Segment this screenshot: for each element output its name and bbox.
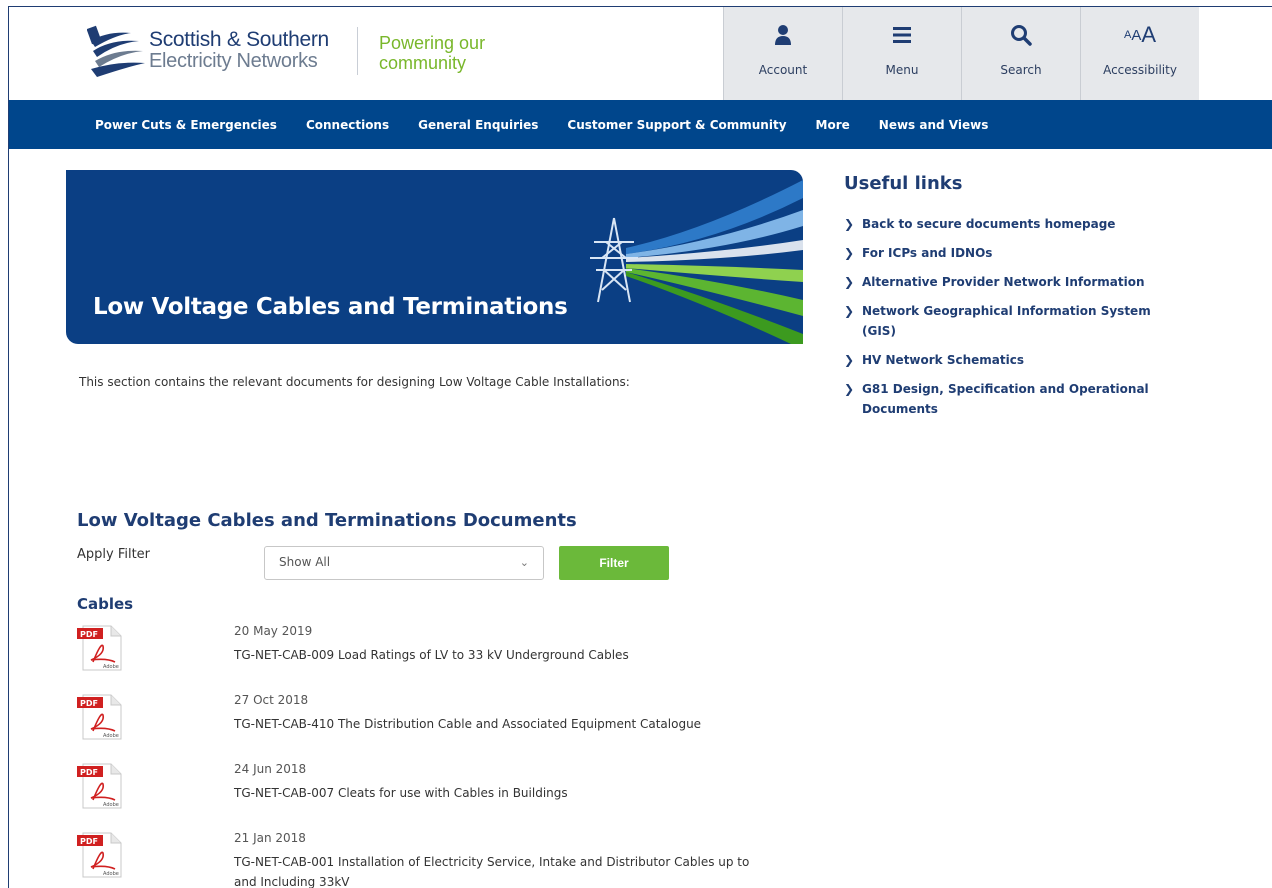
nav-more[interactable]: More <box>816 118 850 132</box>
useful-link-item[interactable]: ❯ For ICPs and IDNOs <box>844 243 1224 263</box>
document-date: 21 Jan 2018 <box>234 831 306 845</box>
banner-title: Low Voltage Cables and Terminations <box>93 294 568 320</box>
nav-news[interactable]: News and Views <box>879 118 989 132</box>
pdf-brand-text: Adobe <box>103 802 119 808</box>
useful-link-item[interactable]: ❯ HV Network Schematics <box>844 350 1224 370</box>
chevron-right-icon: ❯ <box>844 217 855 231</box>
chevron-right-icon: ❯ <box>844 275 855 289</box>
user-icon <box>773 21 793 49</box>
account-button[interactable]: Account <box>723 7 842 100</box>
useful-links-heading: Useful links <box>844 173 963 194</box>
useful-link-label: Back to secure documents homepage <box>862 217 1116 231</box>
chevron-right-icon: ❯ <box>844 246 855 260</box>
document-date: 27 Oct 2018 <box>234 693 309 707</box>
document-link[interactable]: TG-NET-CAB-410 The Distribution Cable an… <box>234 714 774 734</box>
pdf-brand-text: Adobe <box>103 871 119 877</box>
document-date: 24 Jun 2018 <box>234 762 307 776</box>
tagline: Powering our community <box>379 33 485 73</box>
document-date: 20 May 2019 <box>234 624 313 638</box>
useful-link-item[interactable]: ❯ Network Geographical Information System… <box>844 301 1224 341</box>
page-banner: Low Voltage Cables and Terminations <box>66 170 803 344</box>
filter-select-value: Show All <box>279 555 331 569</box>
useful-link-label: Network Geographical Information System … <box>862 304 1151 338</box>
useful-link-item[interactable]: ❯ G81 Design, Specification and Operation… <box>844 379 1224 419</box>
main-nav: Power Cuts & Emergencies Connections Gen… <box>9 100 1272 149</box>
document-item[interactable]: PDF Adobe 27 Oct 2018 TG-NET-CAB-410 The… <box>77 693 777 753</box>
document-link[interactable]: TG-NET-CAB-009 Load Ratings of LV to 33 … <box>234 645 774 665</box>
text-size-large-glyph: A <box>1141 22 1157 47</box>
search-label: Search <box>1000 63 1042 77</box>
chevron-right-icon: ❯ <box>844 382 855 396</box>
pdf-file-icon[interactable]: PDF Adobe <box>77 831 125 879</box>
chevron-down-icon: ⌄ <box>519 556 529 569</box>
accessibility-button[interactable]: AAA Accessibility <box>1080 7 1199 100</box>
filter-label: Apply Filter <box>77 547 151 562</box>
nav-power-cuts[interactable]: Power Cuts & Emergencies <box>95 118 277 132</box>
nav-general-enquiries[interactable]: General Enquiries <box>418 118 538 132</box>
text-size-icon: AAA <box>1124 21 1156 49</box>
site-header: Scottish & Southern Electricity Networks… <box>9 7 1272 100</box>
useful-link-label: Alternative Provider Network Information <box>862 275 1145 289</box>
header-tools: Account Menu Search AAA Accessibility <box>723 7 1199 100</box>
pdf-badge-text: PDF <box>80 699 98 708</box>
search-button[interactable]: Search <box>961 7 1080 100</box>
document-item[interactable]: PDF Adobe 21 Jan 2018 TG-NET-CAB-001 Ins… <box>77 831 777 888</box>
pdf-brand-text: Adobe <box>103 664 119 670</box>
brand-line-2: Electricity Networks <box>149 50 318 72</box>
brand-line-1: Scottish & Southern <box>149 28 329 51</box>
accessibility-label: Accessibility <box>1103 63 1177 77</box>
pdf-badge-text: PDF <box>80 837 98 846</box>
menu-label: Menu <box>885 63 919 77</box>
pdf-file-icon[interactable]: PDF Adobe <box>77 624 125 672</box>
nav-connections[interactable]: Connections <box>306 118 389 132</box>
document-link[interactable]: TG-NET-CAB-007 Cleats for use with Cable… <box>234 783 774 803</box>
useful-link-label: G81 Design, Specification and Operationa… <box>862 382 1149 416</box>
menu-icon <box>892 21 912 49</box>
pdf-file-icon[interactable]: PDF Adobe <box>77 693 125 741</box>
useful-link-item[interactable]: ❯ Alternative Provider Network Informatio… <box>844 272 1224 292</box>
section-heading-cables: Cables <box>77 595 134 613</box>
pdf-brand-text: Adobe <box>103 733 119 739</box>
document-item[interactable]: PDF Adobe 24 Jun 2018 TG-NET-CAB-007 Cle… <box>77 762 777 822</box>
pdf-badge-text: PDF <box>80 768 98 777</box>
useful-link-label: HV Network Schematics <box>862 353 1024 367</box>
useful-links: Useful links ❯ Back to secure documents h… <box>844 173 1224 428</box>
tagline-line-1: Powering our <box>379 33 486 53</box>
page-frame: Scottish & Southern Electricity Networks… <box>8 6 1272 888</box>
pdf-file-icon[interactable]: PDF Adobe <box>77 762 125 810</box>
document-link[interactable]: TG-NET-CAB-001 Installation of Electrici… <box>234 852 774 888</box>
text-size-small-glyph: A <box>1123 29 1132 41</box>
search-icon <box>1010 21 1032 49</box>
chevron-right-icon: ❯ <box>844 304 855 318</box>
text-size-mid-glyph: A <box>1131 26 1142 44</box>
header-divider <box>357 27 358 75</box>
useful-link-label: For ICPs and IDNOs <box>862 246 993 260</box>
documents-heading: Low Voltage Cables and Terminations Docu… <box>77 510 577 531</box>
chevron-right-icon: ❯ <box>844 353 855 367</box>
filter-button[interactable]: Filter <box>559 546 669 580</box>
nav-customer-support[interactable]: Customer Support & Community <box>567 118 786 132</box>
pdf-badge-text: PDF <box>80 630 98 639</box>
ssen-logo-icon[interactable] <box>87 23 147 79</box>
tagline-line-2: community <box>379 53 467 73</box>
account-label: Account <box>758 63 808 77</box>
filter-select[interactable]: Show All ⌄ <box>264 546 544 580</box>
useful-link-item[interactable]: ❯ Back to secure documents homepage <box>844 214 1224 234</box>
brand-name[interactable]: Scottish & Southern Electricity Networks <box>149 28 329 72</box>
intro-text: This section contains the relevant docum… <box>79 375 630 389</box>
menu-button[interactable]: Menu <box>842 7 961 100</box>
document-item[interactable]: PDF Adobe 20 May 2019 TG-NET-CAB-009 Loa… <box>77 624 777 684</box>
